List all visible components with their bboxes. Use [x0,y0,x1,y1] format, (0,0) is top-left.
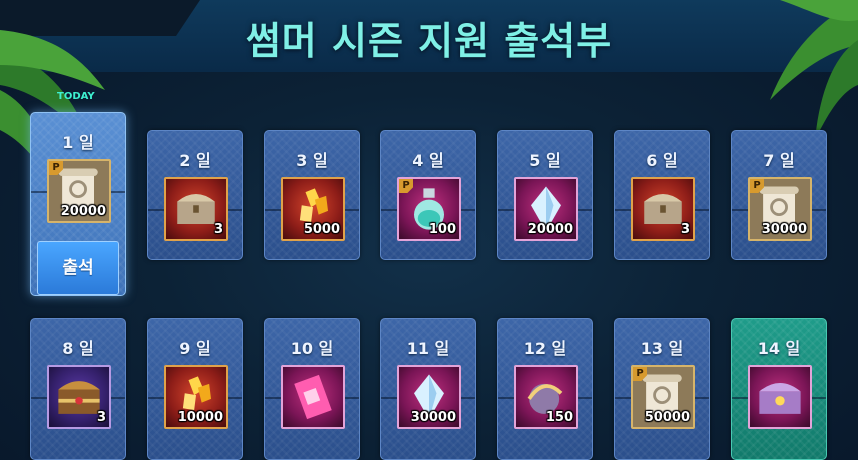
day-label: 11 일 [406,339,450,358]
day-card-5[interactable]: 5 일 20000 [497,130,593,260]
gold-crystal-icon[interactable]: 5000 [281,177,345,241]
reward-quantity: 100 [428,222,456,237]
day-label: 5 일 [529,151,561,170]
day-label: 1 일 [62,133,94,152]
day-card-1[interactable]: 1 일 P 20000 출석 [30,112,126,296]
day-card-2[interactable]: 2 일 3 [147,130,243,260]
day-label: 7 일 [763,151,795,170]
day-card-12[interactable]: 12 일 150 [497,318,593,460]
orb-icon[interactable]: 150 [514,365,578,429]
reward-quantity: 3 [680,222,690,237]
diamond-icon[interactable]: 20000 [514,177,578,241]
reward-quantity: 30000 [761,222,807,237]
gold-crystal-icon[interactable]: 10000 [164,365,228,429]
ornate-chest-icon[interactable]: 3 [47,365,111,429]
reward-quantity: 20000 [60,204,106,219]
reward-quantity: 30000 [410,410,456,425]
page-title: 썸머 시즌 지원 출석부 [245,19,613,63]
day-card-10[interactable]: 10 일 [264,318,360,460]
scroll-icon[interactable]: P 30000 [748,177,812,241]
scroll-icon[interactable]: P 20000 [47,159,111,223]
day-label: 2 일 [179,151,211,170]
day-card-11[interactable]: 11 일 30000 [380,318,476,460]
day-label: 10 일 [290,339,334,358]
reward-quantity: 5000 [303,222,340,237]
day-card-7[interactable]: 7 일 P 30000 [731,130,827,260]
reward-quantity: 3 [96,410,106,425]
day-label: 8 일 [62,339,94,358]
scroll-icon[interactable]: P 50000 [631,365,695,429]
day-card-14[interactable]: 14 일 [731,318,827,460]
reward-quantity: 3 [213,222,223,237]
today-tag: TODAY [57,91,95,102]
treasure-chest-icon[interactable] [748,365,812,429]
reward-quantity: 150 [545,410,573,425]
reward-quantity: 10000 [177,410,223,425]
chest-icon[interactable]: 3 [164,177,228,241]
day-label: 14 일 [757,339,801,358]
day-label: 6 일 [646,151,678,170]
attend-button[interactable]: 출석 [37,241,119,295]
potion-icon[interactable]: P 100 [397,177,461,241]
day-label: 4 일 [412,151,444,170]
day-card-9[interactable]: 9 일 10000 [147,318,243,460]
diamond-icon[interactable]: 30000 [397,365,461,429]
reward-quantity: 20000 [527,222,573,237]
day-label: 3 일 [296,151,328,170]
day-label: 13 일 [640,339,684,358]
reward-quantity: 50000 [644,410,690,425]
chest-icon[interactable]: 3 [631,177,695,241]
day-card-13[interactable]: 13 일 P 50000 [614,318,710,460]
magic-scroll-icon[interactable] [281,365,345,429]
day-card-3[interactable]: 3 일 5000 [264,130,360,260]
day-label: 9 일 [179,339,211,358]
day-label: 12 일 [523,339,567,358]
day-card-6[interactable]: 6 일 3 [614,130,710,260]
day-card-8[interactable]: 8 일 3 [30,318,126,460]
day-card-4[interactable]: 4 일 P 100 [380,130,476,260]
